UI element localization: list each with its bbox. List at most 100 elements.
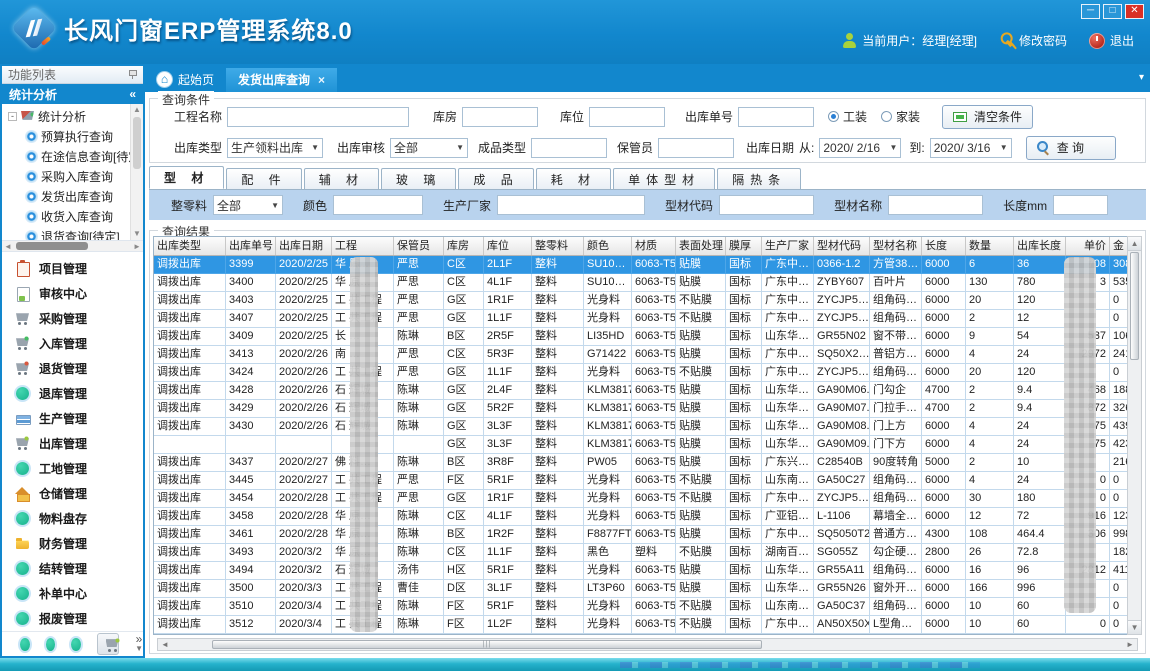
tree-root-item[interactable]: - 统计分析 — [2, 106, 130, 126]
column-header[interactable]: 生产厂家 — [762, 237, 814, 255]
tree-item[interactable]: 退货查询[待定] — [2, 226, 130, 241]
sidebar-module-item[interactable]: 财务管理 — [2, 531, 143, 556]
column-header[interactable]: 保管员 — [394, 237, 444, 255]
table-row[interactable]: 调拨出库 3424 2020/2/26 工 共工程 严思 G区 1L1F 整料 … — [154, 364, 1127, 382]
sidebar-module-item[interactable]: 退库管理 — [2, 381, 143, 406]
column-header[interactable]: 表面处理 — [676, 237, 726, 255]
table-row[interactable]: 调拨出库 3399 2020/2/25 华 原… 严思 C区 2L1F 整料 S… — [154, 256, 1127, 274]
profile-code-input[interactable] — [719, 195, 814, 215]
column-header[interactable]: 出库长度 — [1014, 237, 1066, 255]
search-button[interactable]: 查 询 — [1026, 136, 1116, 160]
column-header[interactable]: 单价 — [1066, 237, 1110, 255]
order-no-input[interactable] — [738, 107, 814, 127]
material-tab[interactable]: 配 件 — [226, 168, 301, 189]
table-vscroll-thumb[interactable] — [1130, 252, 1139, 360]
profile-name-input[interactable] — [888, 195, 983, 215]
radio-jiazhuang[interactable]: 家装 — [881, 108, 920, 125]
table-row[interactable]: 调拨出库 3430 2020/2/26 石 辉城 陈琳 G区 3L3F 整料 K… — [154, 418, 1127, 436]
minimize-button[interactable]: ─ — [1081, 4, 1100, 19]
table-hscroll-thumb[interactable] — [212, 640, 762, 649]
tree-hscroll-thumb[interactable] — [16, 242, 88, 250]
scroll-left-icon[interactable]: ◄ — [2, 242, 14, 251]
tree-item[interactable]: 采购入库查询 — [2, 166, 130, 186]
tab-shipping-outbound-query[interactable]: 发货出库查询 × — [226, 68, 337, 92]
tree-item[interactable]: 预算执行查询 — [2, 126, 130, 146]
table-row[interactable]: 调拨出库 3429 2020/2/26 石 辉城 陈琳 G区 5R2F 整料 K… — [154, 400, 1127, 418]
tab-overflow-icon[interactable]: ▾ — [1139, 72, 1144, 83]
radio-gongzhuang[interactable]: 工装 — [828, 108, 867, 125]
table-row[interactable]: 调拨出库 3461 2020/2/28 华 原… 陈琳 B区 1R2F 整料 F… — [154, 526, 1127, 544]
location-input[interactable] — [589, 107, 665, 127]
column-header[interactable]: 整零料 — [532, 237, 584, 255]
column-header[interactable]: 金 — [1110, 237, 1127, 255]
material-tab[interactable]: 隔热条 — [717, 168, 801, 189]
sidebar-module-item[interactable]: 报废管理 — [2, 606, 143, 631]
tab-close-icon[interactable]: × — [316, 73, 325, 87]
logout-button[interactable]: 退出 — [1089, 32, 1134, 49]
column-header[interactable]: 型材名称 — [870, 237, 922, 255]
table-row[interactable]: 调拨出库 3510 2020/3/4 工 共工程 陈琳 F区 5R1F 整料 光… — [154, 598, 1127, 616]
more-modules-button[interactable]: »▼ — [135, 634, 143, 654]
product-type-input[interactable] — [531, 138, 607, 158]
column-header[interactable]: 工程 — [332, 237, 394, 255]
tree-horizontal-scrollbar[interactable]: ◄ ► — [2, 241, 143, 252]
tree-vertical-scrollbar[interactable]: ▲ ▼ — [130, 104, 143, 240]
column-header[interactable]: 库位 — [484, 237, 532, 255]
table-row[interactable]: 调拨出库 3512 2020/3/4 工 共工程 陈琳 F区 1L2F 整料 光… — [154, 616, 1127, 634]
date-to-picker[interactable]: 2020/ 3/16 ▼ — [930, 138, 1012, 158]
sidebar-module-item[interactable]: 物料盘存 — [2, 506, 143, 531]
table-vertical-scrollbar[interactable]: ▲ ▼ — [1127, 236, 1142, 635]
scroll-down-icon[interactable]: ▼ — [1128, 620, 1141, 634]
column-header[interactable]: 出库类型 — [154, 237, 226, 255]
table-row[interactable]: 调拨出库 3454 2020/2/28 工 共工程 严思 G区 1R1F 整料 … — [154, 490, 1127, 508]
sidebar-module-item[interactable]: 审核中心 — [2, 281, 143, 306]
tree-expander-icon[interactable]: - — [8, 112, 17, 121]
pin-icon[interactable] — [128, 70, 137, 79]
length-input[interactable] — [1053, 195, 1108, 215]
manufacturer-input[interactable] — [497, 195, 645, 215]
scroll-right-icon[interactable]: ► — [1123, 640, 1137, 649]
table-row[interactable]: G区 3L3F 整料 KLM3817 6063-T5 贴膜 国标 山东华… GA… — [154, 436, 1127, 454]
column-header[interactable]: 出库日期 — [276, 237, 332, 255]
sidebar-module-item[interactable]: 退货管理 — [2, 356, 143, 381]
scroll-right-icon[interactable]: ► — [131, 242, 143, 251]
table-row[interactable]: 调拨出库 3409 2020/2/25 长 … 陈琳 B区 2R5F 整料 LI… — [154, 328, 1127, 346]
date-from-picker[interactable]: 2020/ 2/16 ▼ — [819, 138, 901, 158]
column-header[interactable]: 数量 — [966, 237, 1014, 255]
column-header[interactable]: 膜厚 — [726, 237, 762, 255]
tab-home[interactable]: 起始页 — [145, 68, 226, 92]
clear-conditions-button[interactable]: 清空条件 — [942, 105, 1033, 129]
table-row[interactable]: 调拨出库 3494 2020/3/2 石 辉城 汤伟 H区 5R1F 整料 光身… — [154, 562, 1127, 580]
warehouse-input[interactable] — [462, 107, 538, 127]
table-row[interactable]: 调拨出库 3400 2020/2/25 华 原… 严思 C区 4L1F 整料 S… — [154, 274, 1127, 292]
table-horizontal-scrollbar[interactable]: ◄ ► — [157, 638, 1138, 651]
scroll-up-icon[interactable]: ▲ — [131, 104, 143, 116]
module-shortcut-icon[interactable] — [46, 638, 56, 651]
column-header[interactable]: 库房 — [444, 237, 484, 255]
sidebar-module-item[interactable]: 仓储管理 — [2, 481, 143, 506]
sidebar-module-item[interactable]: 项目管理 — [2, 256, 143, 281]
tree-item[interactable]: 发货出库查询 — [2, 186, 130, 206]
project-name-input[interactable] — [227, 107, 409, 127]
column-header[interactable]: 长度 — [922, 237, 966, 255]
scroll-up-icon[interactable]: ▲ — [1128, 237, 1141, 251]
whole-part-select[interactable]: 全部 ▼ — [213, 195, 283, 215]
sidebar-module-item[interactable]: 采购管理 — [2, 306, 143, 331]
table-row[interactable]: 调拨出库 3437 2020/2/27 佛 料… 陈琳 B区 3R8F 整料 P… — [154, 454, 1127, 472]
cart-shortcut-button[interactable] — [97, 633, 120, 655]
module-shortcut-icon[interactable] — [20, 638, 30, 651]
table-row[interactable]: 调拨出库 3428 2020/2/26 石 辉城 陈琳 G区 2L4F 整料 K… — [154, 382, 1127, 400]
column-header[interactable]: 材质 — [632, 237, 676, 255]
sidebar-module-item[interactable]: 生产管理 — [2, 406, 143, 431]
maximize-button[interactable]: □ — [1103, 4, 1122, 19]
column-header[interactable]: 颜色 — [584, 237, 632, 255]
scroll-down-icon[interactable]: ▼ — [131, 228, 143, 240]
table-row[interactable]: 调拨出库 3407 2020/2/25 工 共工程 严思 G区 1L1F 整料 … — [154, 310, 1127, 328]
material-tab[interactable]: 辅 材 — [304, 168, 379, 189]
table-row[interactable]: 调拨出库 3445 2020/2/27 工 共工程 严思 F区 5R1F 整料 … — [154, 472, 1127, 490]
table-row[interactable]: 调拨出库 3403 2020/2/25 工 共工程 严思 G区 1R1F 整料 … — [154, 292, 1127, 310]
close-button[interactable]: ✕ — [1125, 4, 1144, 19]
keeper-input[interactable] — [658, 138, 734, 158]
material-tab[interactable]: 单体型材 — [613, 168, 715, 189]
table-row[interactable]: 调拨出库 3458 2020/2/28 华 原… 陈琳 C区 4L1F 整料 光… — [154, 508, 1127, 526]
